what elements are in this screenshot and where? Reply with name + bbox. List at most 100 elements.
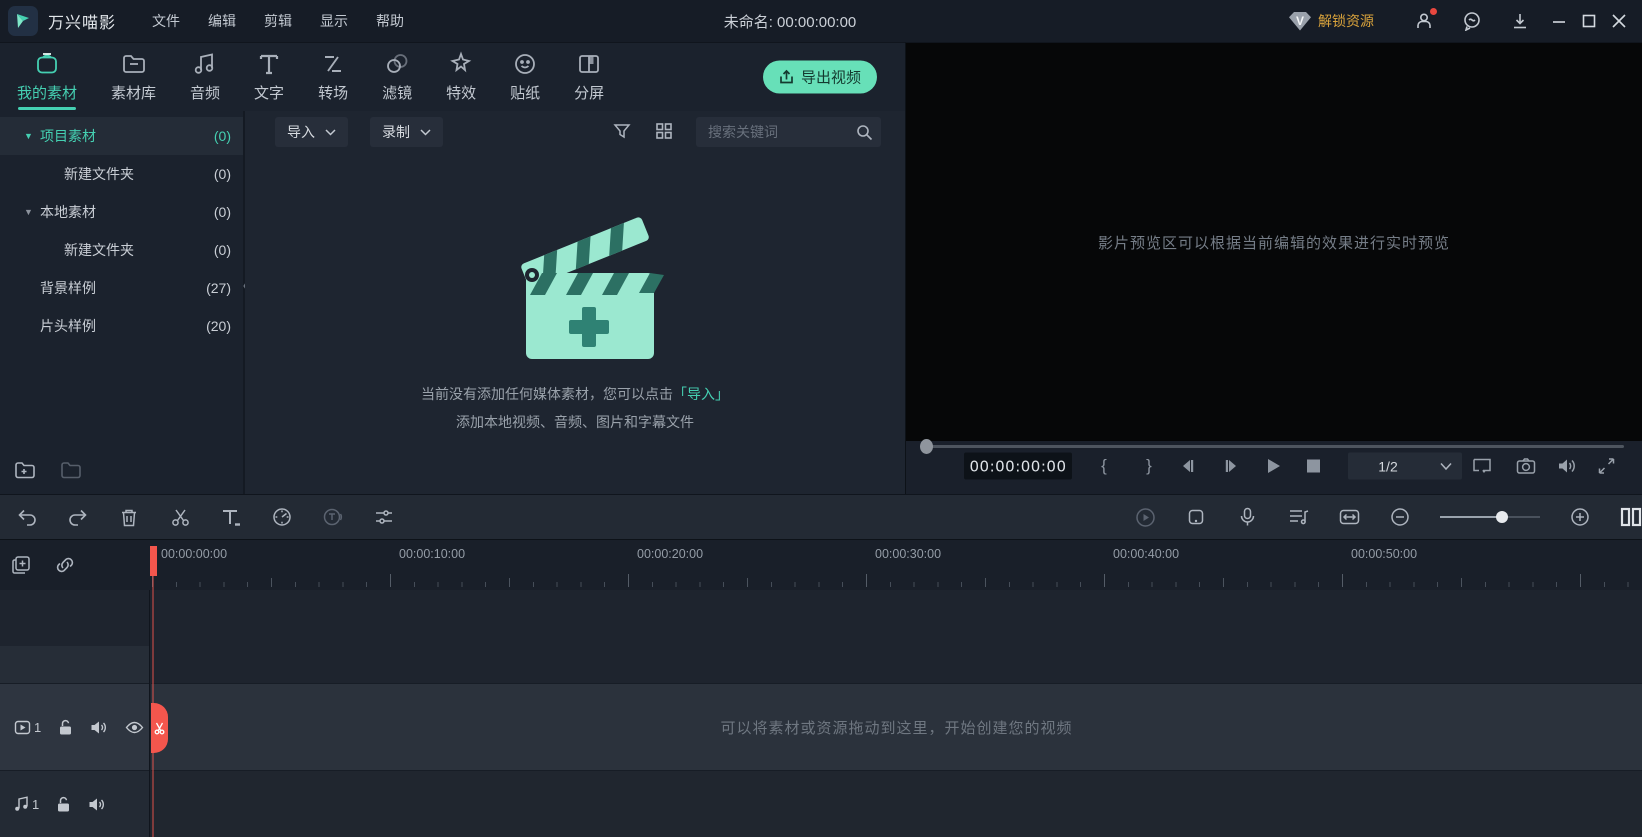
- filter-lens-icon: [384, 51, 410, 77]
- menu-file[interactable]: 文件: [138, 0, 194, 42]
- search-input[interactable]: [708, 124, 856, 140]
- sidebar-item-project-media[interactable]: ▼ 项目素材 (0): [0, 117, 243, 155]
- delete-icon[interactable]: [118, 506, 140, 528]
- track-header-spacer: [0, 646, 149, 683]
- preview-hint: 影片预览区可以根据当前编辑的效果进行实时预览: [1098, 232, 1450, 253]
- split-screen-icon: [576, 51, 602, 77]
- menu-view[interactable]: 显示: [306, 0, 362, 42]
- text-to-speech-icon[interactable]: [322, 506, 344, 528]
- import-link[interactable]: 「导入」: [673, 386, 729, 402]
- audio-track-row[interactable]: [151, 771, 1642, 837]
- fullscreen-icon[interactable]: [1598, 458, 1615, 475]
- fit-timeline-icon[interactable]: [1338, 506, 1360, 528]
- eye-icon[interactable]: [125, 721, 144, 734]
- sidebar-item-new-folder-2[interactable]: 新建文件夹 (0): [0, 231, 243, 269]
- download-icon[interactable]: [1509, 10, 1531, 32]
- feedback-icon[interactable]: [1461, 10, 1483, 32]
- audio-mixer-icon[interactable]: [1287, 506, 1309, 528]
- export-icon: [779, 70, 794, 85]
- split-scissors-icon[interactable]: [169, 506, 191, 528]
- zoom-slider-handle[interactable]: [1496, 511, 1508, 523]
- video-track-number: 1: [34, 720, 41, 735]
- expand-arrow-icon[interactable]: ▼: [24, 207, 40, 217]
- zoom-slider-fill: [1440, 516, 1500, 518]
- tab-transitions[interactable]: 转场: [301, 43, 365, 111]
- sidebar-item-intro-samples[interactable]: 片头样例 (20): [0, 307, 243, 345]
- add-folder-icon[interactable]: [14, 460, 36, 480]
- filter-funnel-icon[interactable]: [613, 122, 633, 142]
- media-empty-state: 当前没有添加任何媒体素材，您可以点击「导入」 添加本地视频、音频、图片和字幕文件: [245, 211, 905, 432]
- search-icon[interactable]: [856, 124, 873, 141]
- marker-icon[interactable]: [1185, 506, 1207, 528]
- minimize-button[interactable]: [1544, 0, 1574, 42]
- tab-effects[interactable]: 特效: [429, 43, 493, 111]
- render-preview-icon[interactable]: [1134, 506, 1156, 528]
- zoom-in-icon[interactable]: [1569, 506, 1591, 528]
- tab-split-screen[interactable]: 分屏: [557, 43, 621, 111]
- mark-in-icon[interactable]: {: [1094, 456, 1114, 476]
- mute-icon[interactable]: [90, 720, 108, 735]
- maximize-button[interactable]: [1574, 0, 1604, 42]
- sticker-icon: [512, 51, 538, 77]
- delete-folder-icon[interactable]: [60, 460, 82, 480]
- menu-edit[interactable]: 编辑: [194, 0, 250, 42]
- play-icon[interactable]: [1266, 458, 1281, 474]
- undo-icon[interactable]: [16, 506, 38, 528]
- grid-view-icon[interactable]: [655, 122, 675, 142]
- dual-view-icon[interactable]: [1620, 506, 1642, 528]
- video-track-row[interactable]: 可以将素材或资源拖动到这里，开始创建您的视频: [151, 683, 1642, 771]
- mute-icon[interactable]: [88, 797, 106, 812]
- tab-stickers[interactable]: 贴纸: [493, 43, 557, 111]
- add-text-icon[interactable]: [220, 506, 242, 528]
- record-voiceover-icon[interactable]: [1236, 506, 1258, 528]
- speed-icon[interactable]: [271, 506, 293, 528]
- titlebar: 万兴喵影 文件 编辑 剪辑 显示 帮助 未命名: 00:00:00:00 V 解…: [0, 0, 1642, 42]
- unlock-resources-button[interactable]: V 解锁资源: [1289, 11, 1374, 31]
- ruler-label: 00:00:00:00: [161, 547, 227, 561]
- previous-frame-icon[interactable]: [1180, 459, 1196, 473]
- track-header-column: 1 1: [0, 590, 150, 837]
- adjust-icon[interactable]: [373, 506, 395, 528]
- tab-filters[interactable]: 滤镜: [365, 43, 429, 111]
- second-display-icon[interactable]: [1472, 457, 1492, 475]
- menu-clip[interactable]: 剪辑: [250, 0, 306, 42]
- export-video-button[interactable]: 导出视频: [763, 61, 877, 94]
- preview-quality-dropdown[interactable]: 1/2: [1348, 453, 1462, 480]
- library-region: 我的素材 素材库 音频 文字: [0, 42, 905, 494]
- mark-out-icon[interactable]: }: [1139, 456, 1159, 476]
- manage-tracks-icon[interactable]: [10, 554, 32, 576]
- record-button[interactable]: 录制: [370, 117, 443, 147]
- sidebar-item-local-media[interactable]: ▼ 本地素材 (0): [0, 193, 243, 231]
- stop-icon[interactable]: [1307, 460, 1320, 473]
- sidebar-item-new-folder-1[interactable]: 新建文件夹 (0): [0, 155, 243, 193]
- volume-icon[interactable]: [1557, 458, 1577, 475]
- zoom-out-icon[interactable]: [1389, 506, 1411, 528]
- snapshot-camera-icon[interactable]: [1516, 458, 1536, 475]
- timeline-zoom-slider[interactable]: [1440, 510, 1540, 524]
- tab-stock-library[interactable]: 素材库: [94, 43, 173, 111]
- lock-icon[interactable]: [56, 796, 71, 813]
- next-frame-icon[interactable]: [1223, 459, 1239, 473]
- effects-star-icon: [448, 51, 474, 77]
- redo-icon[interactable]: [67, 506, 89, 528]
- playhead-marker[interactable]: [150, 546, 157, 576]
- close-button[interactable]: [1604, 0, 1634, 42]
- account-icon[interactable]: [1413, 10, 1435, 32]
- timeline-drop-hint: 可以将素材或资源拖动到这里，开始创建您的视频: [720, 717, 1072, 738]
- link-clips-icon[interactable]: [54, 554, 76, 576]
- tab-audio[interactable]: 音频: [173, 43, 237, 111]
- lock-icon[interactable]: [58, 719, 73, 736]
- asset-tabbar: 我的素材 素材库 音频 文字: [0, 43, 905, 111]
- menu-help[interactable]: 帮助: [362, 0, 418, 42]
- search-box[interactable]: [696, 117, 881, 147]
- sidebar-item-background-samples[interactable]: 背景样例 (27): [0, 269, 243, 307]
- timeline-ruler[interactable]: 00:00:00:00 00:00:10:00 00:00:20:00 00:0…: [150, 540, 1642, 590]
- playhead-split-button[interactable]: [151, 703, 168, 753]
- tab-my-media[interactable]: 我的素材: [0, 43, 94, 111]
- import-button[interactable]: 导入: [275, 117, 348, 147]
- preview-quality-value: 1/2: [1378, 458, 1397, 474]
- seekbar-track[interactable]: [928, 445, 1624, 448]
- ruler-label: 00:00:30:00: [875, 547, 941, 561]
- tab-text[interactable]: 文字: [237, 43, 301, 111]
- expand-arrow-icon[interactable]: ▼: [24, 131, 40, 141]
